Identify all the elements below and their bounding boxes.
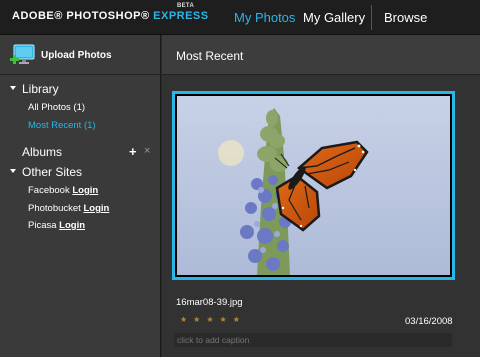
rating-stars[interactable]: ★★★★★	[180, 315, 246, 324]
site-name: Photobucket	[28, 203, 81, 214]
sidebar-item-facebook: Facebook Login	[28, 185, 98, 196]
sidebar: Upload Photos Library All Photos (1) Mos…	[0, 35, 161, 357]
sidebar-item-most-recent[interactable]: Most Recent (1)	[28, 120, 96, 131]
top-bar: ADOBE® PHOTOSHOP® EXPRESS BETA My Photos…	[0, 0, 480, 35]
app-logo: ADOBE® PHOTOSHOP® EXPRESS BETA	[12, 3, 209, 22]
expand-triangle-icon	[10, 168, 16, 173]
main-panel: Most Recent 16mar08-39.jpg ★★★★★ 03/16/2…	[162, 35, 480, 357]
logo-express-text: EXPRESS	[153, 10, 209, 22]
caption-input[interactable]	[174, 333, 452, 347]
page-title: Most Recent	[176, 49, 244, 63]
other-sites-header-label: Other Sites	[22, 165, 83, 179]
facebook-login-link[interactable]: Login	[72, 185, 98, 196]
nav-browse[interactable]: Browse	[384, 10, 427, 25]
other-sites-header[interactable]: Other Sites	[10, 165, 82, 179]
photo-filename: 16mar08-39.jpg	[176, 297, 243, 308]
nav-my-gallery[interactable]: My Gallery	[303, 10, 365, 25]
expand-triangle-icon	[10, 85, 16, 90]
remove-album-button[interactable]: ×	[144, 145, 150, 157]
site-name: Picasa	[28, 220, 57, 231]
logo-main-text: ADOBE® PHOTOSHOP®	[12, 10, 150, 22]
nav-my-photos[interactable]: My Photos	[234, 10, 295, 25]
add-album-button[interactable]: +	[129, 144, 137, 159]
photo-date: 03/16/2008	[405, 316, 453, 327]
upload-photos-label: Upload Photos	[41, 50, 112, 61]
photobucket-login-link[interactable]: Login	[83, 203, 109, 214]
sidebar-item-picasa: Picasa Login	[28, 220, 85, 231]
main-header: Most Recent	[162, 35, 480, 75]
albums-header[interactable]: Albums	[22, 145, 62, 159]
site-name: Facebook	[28, 185, 70, 196]
butterfly-photo	[177, 96, 450, 275]
sidebar-item-all-photos[interactable]: All Photos (1)	[28, 102, 85, 113]
library-header[interactable]: Library	[10, 82, 59, 96]
sidebar-item-photobucket: Photobucket Login	[28, 203, 109, 214]
beta-badge: BETA	[177, 3, 195, 9]
picasa-login-link[interactable]: Login	[59, 220, 85, 231]
upload-monitor-icon	[8, 43, 36, 69]
library-header-label: Library	[22, 82, 59, 96]
photo-thumbnail[interactable]	[172, 91, 455, 280]
upload-photos-button[interactable]: Upload Photos	[0, 35, 161, 75]
nav-divider	[371, 5, 372, 30]
